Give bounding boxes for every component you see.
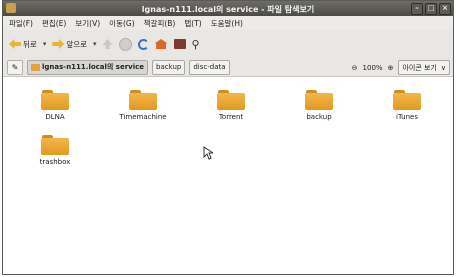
up-arrow-icon[interactable] [102, 39, 113, 49]
folder-label: iTunes [396, 113, 418, 121]
back-arrow-icon [9, 39, 21, 49]
menu-bar: 파일(F) 편집(E) 보기(V) 이동(G) 책갈피(B) 탭(T) 도움말(… [3, 16, 453, 30]
computer-icon[interactable] [173, 39, 186, 49]
stop-icon[interactable] [118, 37, 132, 51]
close-button[interactable]: × [439, 3, 451, 15]
home-icon[interactable] [154, 39, 168, 49]
chevron-down-icon: ∨ [440, 63, 446, 72]
back-history-dropdown[interactable]: ▾ [43, 40, 47, 48]
breadcrumb-label: disc-data [193, 63, 226, 71]
folder-label: DLNA [45, 113, 65, 121]
folder-icon [393, 90, 421, 110]
zoom-out-icon[interactable]: ⊖ [352, 64, 358, 72]
menu-help[interactable]: 도움말(H) [211, 18, 243, 29]
forward-history-dropdown[interactable]: ▾ [93, 40, 97, 48]
location-bar: ✎ lgnas-n111.local의 service backup disc-… [3, 58, 453, 77]
folder-icon [217, 90, 245, 110]
breadcrumb-service[interactable]: lgnas-n111.local의 service [27, 59, 149, 75]
menu-edit[interactable]: 편집(E) [42, 18, 66, 29]
folder-item-trashbox[interactable]: trashbox [25, 135, 85, 166]
view-mode-label: 아이콘 보기 [402, 63, 437, 72]
folder-icon [41, 90, 69, 110]
menu-tabs[interactable]: 탭(T) [184, 18, 201, 29]
minimize-button[interactable]: – [411, 3, 423, 15]
maximize-button[interactable]: □ [425, 3, 437, 15]
reload-icon[interactable] [137, 38, 149, 50]
forward-arrow-icon [52, 39, 65, 49]
menu-file[interactable]: 파일(F) [9, 18, 33, 29]
breadcrumb-disc-data[interactable]: disc-data [189, 59, 230, 75]
window-title: lgnas-n111.local의 service - 파일 탐색보기 [141, 5, 315, 14]
folder-item-backup[interactable]: backup [289, 90, 349, 121]
folder-icon [129, 90, 157, 110]
zoom-in-icon[interactable]: ⊕ [388, 64, 394, 72]
search-icon[interactable]: ⚲ [192, 38, 200, 51]
menu-bookmarks[interactable]: 책갈피(B) [144, 18, 176, 29]
folder-item-torrent[interactable]: Torrent [201, 90, 261, 121]
folder-label: trashbox [39, 158, 71, 166]
breadcrumb-label: backup [156, 63, 182, 71]
title-bar: lgnas-n111.local의 service - 파일 탐색보기 – □ … [3, 1, 453, 16]
back-label: 뒤로 [23, 39, 37, 49]
pencil-icon: ✎ [11, 62, 19, 72]
file-manager-window: lgnas-n111.local의 service - 파일 탐색보기 – □ … [2, 0, 454, 275]
mouse-pointer-icon [203, 146, 213, 160]
folder-item-itunes[interactable]: iTunes [377, 90, 437, 121]
menu-go[interactable]: 이동(G) [109, 18, 134, 29]
folder-item-timemachine[interactable]: Timemachine [113, 90, 173, 121]
folder-item-dlna[interactable]: DLNA [25, 90, 85, 121]
toolbar: 뒤로 ▾ 앞으로 ▾ ⚲ [3, 30, 453, 58]
folder-label: Timemachine [119, 113, 167, 121]
folder-label: backup [306, 113, 332, 121]
forward-label: 앞으로 [66, 39, 88, 49]
folder-label: Torrent [218, 113, 244, 121]
zoom-level: 100% [362, 63, 383, 72]
menu-view[interactable]: 보기(V) [75, 18, 100, 29]
file-view[interactable]: DLNA Timemachine Torrent backup iTunes t… [3, 78, 453, 274]
edit-location-button[interactable]: ✎ [7, 59, 23, 75]
back-button[interactable]: 뒤로 [9, 39, 37, 50]
breadcrumb-backup[interactable]: backup [152, 59, 186, 75]
folder-icon [41, 135, 69, 155]
forward-button[interactable]: 앞으로 [52, 39, 87, 50]
folder-icon [305, 90, 333, 110]
folder-icon [31, 63, 40, 71]
view-mode-select[interactable]: 아이콘 보기 ∨ [398, 60, 450, 75]
breadcrumb-label: lgnas-n111.local의 service [42, 63, 145, 71]
